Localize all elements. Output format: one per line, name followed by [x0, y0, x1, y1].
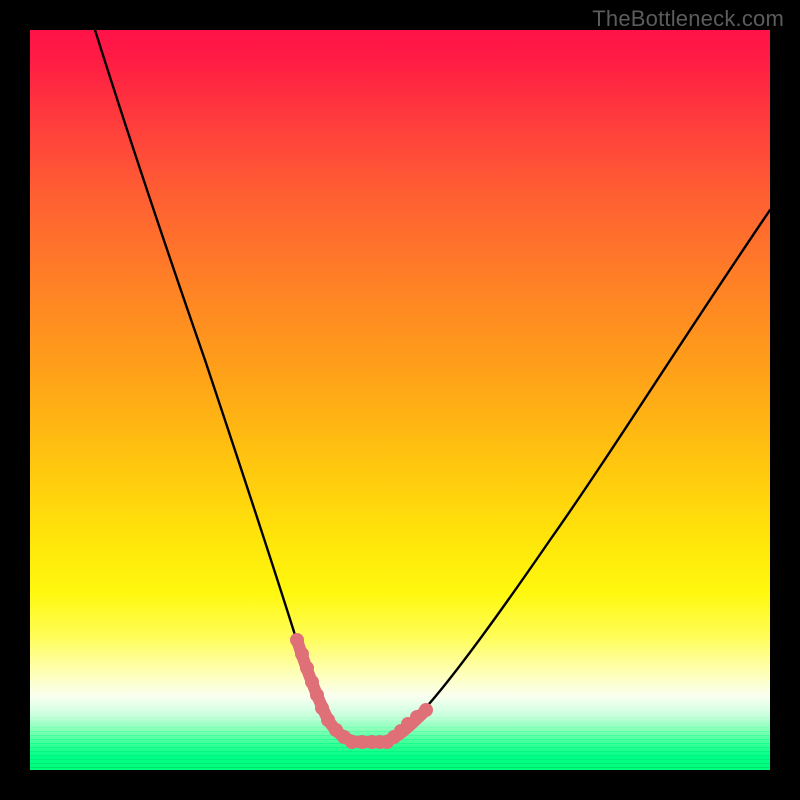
watermark: TheBottleneck.com [592, 6, 784, 32]
chart-frame [30, 30, 770, 770]
gradient-background [30, 30, 770, 770]
